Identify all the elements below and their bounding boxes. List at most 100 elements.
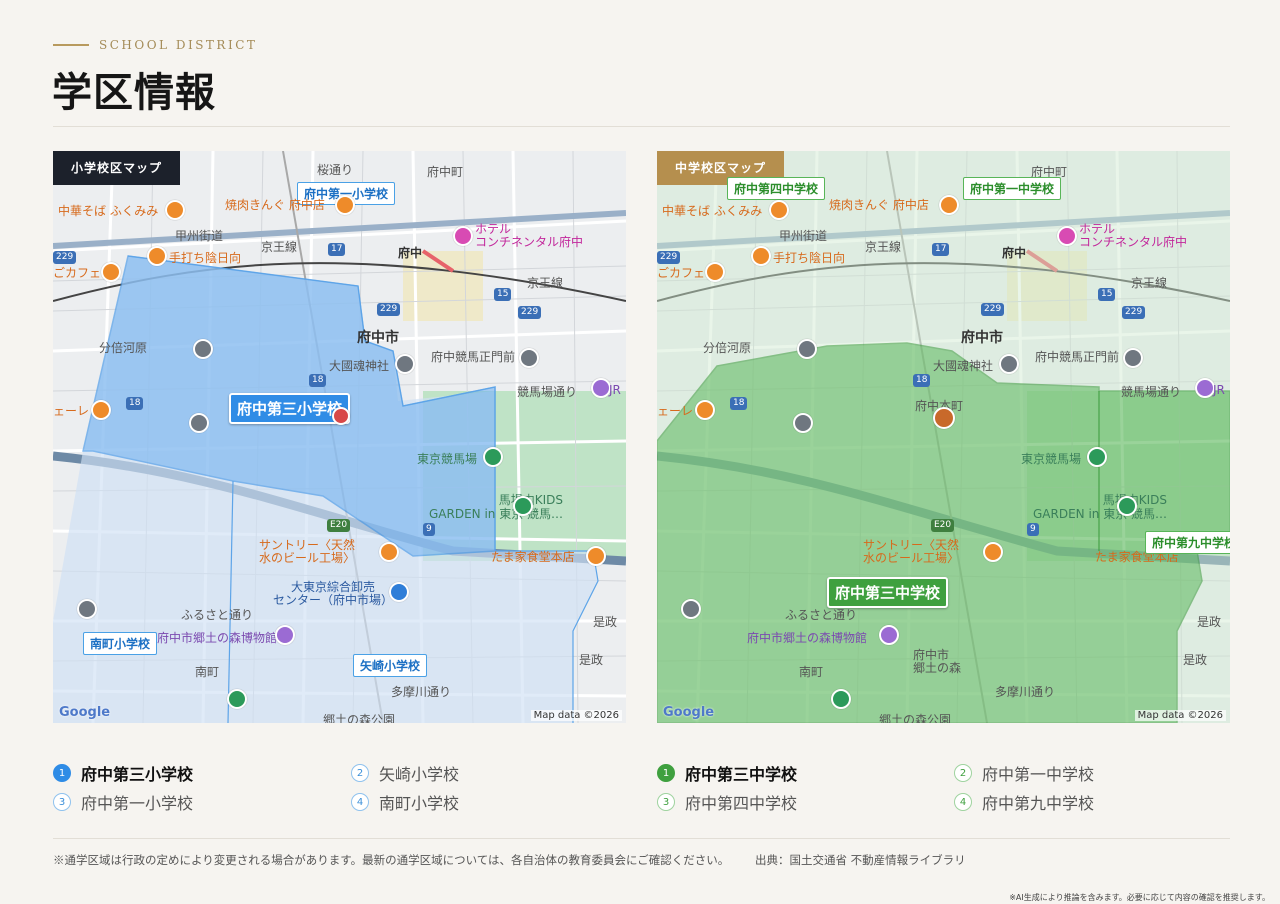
station-icon <box>797 339 817 359</box>
route-marker: 17 <box>932 243 950 256</box>
school-label[interactable]: 府中第一中学校 <box>963 177 1062 200</box>
map-label: 東京競馬場 <box>417 452 478 466</box>
route-marker: 229 <box>657 251 681 264</box>
map-label: 大國魂神社 <box>329 359 390 373</box>
route-marker: 229 <box>981 303 1005 316</box>
map-label: 分倍河原 <box>99 341 148 355</box>
map-attribution: Map data ©2026 <box>1134 710 1226 721</box>
map-label: 郷土の森公園 <box>879 713 952 723</box>
school-list-item[interactable]: 4 南町小学校 <box>351 790 459 814</box>
route-marker: E20 <box>931 519 955 532</box>
restaurant-icon <box>379 542 399 562</box>
school-icon <box>189 413 209 433</box>
museum-icon <box>879 625 899 645</box>
section-eyebrow: SCHOOL DISTRICT <box>53 38 257 52</box>
map-label: 府中競馬正門前 <box>431 350 516 364</box>
map-label: 多摩川通り <box>391 685 452 699</box>
restaurant-icon <box>983 542 1003 562</box>
map-label: 手打ち陰日向 <box>169 251 242 265</box>
map-label: 馬場内KIDS GARDEN in 東京 競馬… <box>1033 493 1168 521</box>
park-icon <box>227 689 247 709</box>
school-icon <box>77 599 97 619</box>
school-icon <box>681 599 701 619</box>
map-label: ごカフェ <box>657 266 706 280</box>
map-label: 南町 <box>195 665 220 679</box>
school-list-item[interactable]: 2 矢崎小学校 <box>351 761 459 785</box>
school-list-item[interactable]: 1 府中第三小学校 <box>53 761 193 785</box>
school-name: 矢崎小学校 <box>379 765 460 784</box>
map-label: 中華そば ふくみみ <box>662 204 763 218</box>
map-label: 府中 <box>398 246 423 260</box>
shopping-icon <box>389 582 409 602</box>
map-label: 郷土の森公園 <box>323 713 396 723</box>
school-label[interactable]: 府中第九中学校 <box>1145 531 1230 554</box>
map-label: 府中市 郷土の森 <box>913 648 962 675</box>
school-list-item[interactable]: 2 府中第一中学校 <box>954 761 1094 785</box>
district-change-note: ※通学区域は行政の定めにより変更される場合があります。最新の通学区域については、… <box>53 853 730 867</box>
route-marker: 9 <box>423 523 435 536</box>
school-list-item[interactable]: 1 府中第三中学校 <box>657 761 797 785</box>
map-label: JR <box>1213 383 1225 397</box>
route-marker: 229 <box>518 306 542 319</box>
park-icon <box>1117 496 1137 516</box>
route-marker: 18 <box>730 397 748 410</box>
ai-disclaimer: ※AI生成により推論を含みます。必要に応じて内容の確認を推奨します。 <box>1009 893 1270 902</box>
header-divider <box>53 126 1230 127</box>
school-name: 府中第一中学校 <box>982 765 1095 784</box>
park-icon <box>513 496 533 516</box>
map-attribution: Map data ©2026 <box>530 710 622 721</box>
route-marker: 18 <box>309 374 327 387</box>
route-marker: 17 <box>328 243 346 256</box>
cafe-icon <box>705 262 725 282</box>
page-title: 学区情報 <box>52 69 216 116</box>
map-label: 府中市 <box>357 330 399 346</box>
location-pin-icon[interactable] <box>332 407 350 425</box>
restaurant-icon <box>751 246 771 266</box>
station-icon <box>1123 348 1143 368</box>
map-label: 是政 <box>1197 615 1222 629</box>
elementary-district-map[interactable]: 小学校区マップ 桜通り 府中町 府中第一小学校 焼肉きんぐ 府中店 中華そば ふ… <box>53 151 626 723</box>
restaurant-icon <box>91 400 111 420</box>
school-list-item[interactable]: 3 府中第四中学校 <box>657 790 797 814</box>
parking-pin-icon[interactable] <box>933 407 955 429</box>
park-icon <box>831 689 851 709</box>
school-list-item[interactable]: 3 府中第一小学校 <box>53 790 193 814</box>
cafe-icon <box>101 262 121 282</box>
map-label: 京王線 <box>261 240 298 254</box>
eyebrow-text: SCHOOL DISTRICT <box>99 38 258 52</box>
school-label[interactable]: 南町小学校 <box>83 632 158 655</box>
map-label: 大國魂神社 <box>933 359 994 373</box>
map-label: 是政 <box>579 653 604 667</box>
hotel-icon <box>1057 226 1077 246</box>
station-icon <box>193 339 213 359</box>
junior-high-district-map[interactable]: 中学校区マップ 府中第四中学校 府中町 府中第一中学校 焼肉きんぐ 府中店 中華… <box>657 151 1230 723</box>
map-label: 分倍河原 <box>703 341 752 355</box>
school-name: 南町小学校 <box>379 794 460 813</box>
school-label[interactable]: 矢崎小学校 <box>353 654 428 677</box>
main-school-label[interactable]: 府中第三中学校 <box>827 577 949 608</box>
school-name: 府中第四中学校 <box>685 794 798 813</box>
school-icon <box>793 413 813 433</box>
school-list-item[interactable]: 4 府中第九中学校 <box>954 790 1094 814</box>
museum-icon <box>1195 378 1215 398</box>
school-number-badge: 1 <box>657 764 675 782</box>
map-label: 京王線 <box>1131 276 1168 290</box>
map-label: サントリー〈天然 水のビール工場〉 <box>259 538 356 565</box>
google-logo: Google <box>663 705 715 720</box>
restaurant-icon <box>165 200 185 220</box>
stadium-icon <box>483 447 503 467</box>
route-marker: 229 <box>377 303 401 316</box>
school-label[interactable]: 府中第四中学校 <box>727 177 826 200</box>
eyebrow-rule <box>53 44 89 46</box>
map-label: ホテル コンチネンタル府中 <box>1079 222 1188 249</box>
school-number-badge: 3 <box>53 793 71 811</box>
school-name: 府中第一小学校 <box>81 794 194 813</box>
map-label: ふるさと通り <box>181 608 254 622</box>
route-marker: 229 <box>53 251 77 264</box>
school-number-badge: 4 <box>351 793 369 811</box>
hotel-icon <box>453 226 473 246</box>
map-label: 桜通り <box>317 163 354 177</box>
map-label: ごカフェ <box>53 266 102 280</box>
museum-icon <box>591 378 611 398</box>
map-label: 京王線 <box>527 276 564 290</box>
